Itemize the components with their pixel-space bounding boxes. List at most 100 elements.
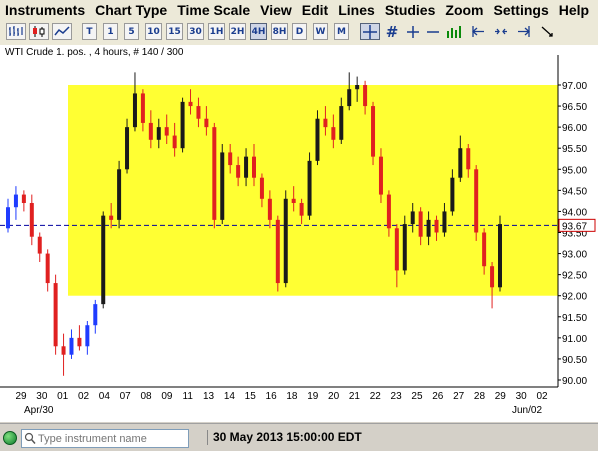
timeframe-month-button[interactable]: M: [334, 23, 349, 40]
price-tick-label: 94.50: [562, 186, 587, 197]
zoom-in-icon[interactable]: [404, 23, 422, 40]
menu-help[interactable]: Help: [554, 2, 594, 18]
date-tick-label: 21: [349, 391, 361, 402]
timeframe-day-button[interactable]: D: [292, 23, 307, 40]
date-tick-label: 08: [140, 391, 152, 402]
price-tick-label: 97.00: [562, 81, 587, 92]
candle: [371, 101, 376, 166]
crosshair-icon[interactable]: [360, 23, 380, 40]
date-tick-label: 02: [536, 391, 548, 402]
toolbar: T 1 5 10 15 30 1H 2H 4H 8H D W M #: [0, 19, 598, 46]
bar-chart-type-icon[interactable]: [6, 23, 26, 40]
price-axis: 97.0096.5096.0095.5095.0094.5094.0093.50…: [558, 81, 587, 387]
date-tick-label: 02: [78, 391, 90, 402]
date-tick-label: 09: [161, 391, 173, 402]
price-tick-label: 90.00: [562, 376, 587, 387]
scroll-left-icon[interactable]: [469, 23, 487, 40]
candle: [101, 211, 106, 309]
candle: [212, 122, 217, 229]
menu-chart-type[interactable]: Chart Type: [90, 2, 172, 18]
status-datetime: 30 May 2013 15:00:00 EDT: [207, 430, 362, 445]
menu-view[interactable]: View: [255, 2, 297, 18]
candle: [53, 274, 58, 355]
date-tick-label: 13: [203, 391, 215, 402]
line-chart-icon[interactable]: [52, 23, 72, 40]
candlestick-chart-icon[interactable]: [29, 23, 49, 40]
menu-studies[interactable]: Studies: [380, 2, 441, 18]
status-bar: 30 May 2013 15:00:00 EDT: [0, 423, 598, 451]
price-tick-label: 96.50: [562, 102, 587, 113]
grid-icon[interactable]: #: [383, 23, 401, 41]
candle: [307, 152, 312, 220]
date-tick-label: 29: [15, 391, 27, 402]
candle: [283, 190, 288, 288]
menu-instruments[interactable]: Instruments: [0, 2, 90, 18]
candle: [275, 215, 280, 292]
timeframe-15m-button[interactable]: 15: [166, 23, 183, 40]
timeframe-1h-button[interactable]: 1H: [208, 23, 225, 40]
candle: [498, 215, 502, 292]
timeframe-tick-button[interactable]: T: [82, 23, 97, 40]
price-tick-label: 94.00: [562, 207, 587, 218]
menu-settings[interactable]: Settings: [489, 2, 554, 18]
date-tick-label: 27: [453, 391, 465, 402]
date-tick-label: 16: [266, 391, 278, 402]
candle: [402, 215, 407, 275]
current-price-label: 93.67: [562, 221, 587, 232]
date-tick-label: 30: [516, 391, 528, 402]
menu-bar: Instruments Chart Type Time Scale View E…: [0, 0, 598, 19]
date-tick-label: 20: [328, 391, 340, 402]
date-tick-label: 23: [391, 391, 403, 402]
date-tick-label: 18: [286, 391, 298, 402]
month-label-end: Jun/02: [512, 405, 542, 416]
month-label-start: Apr/30: [24, 405, 54, 416]
pointer-icon[interactable]: [538, 23, 556, 40]
compress-icon[interactable]: [492, 23, 510, 40]
volume-bars-icon[interactable]: [445, 23, 463, 40]
timeframe-30m-button[interactable]: 30: [187, 23, 204, 40]
connection-globe-icon: [3, 431, 17, 445]
instrument-search-box[interactable]: [21, 429, 189, 448]
date-tick-label: 26: [432, 391, 444, 402]
timeframe-1m-button[interactable]: 1: [103, 23, 118, 40]
price-tick-label: 90.50: [562, 355, 587, 366]
timeframe-8h-button[interactable]: 8H: [271, 23, 288, 40]
chart-area[interactable]: WTI Crude 1. pos. , 4 hours, # 140 / 300…: [0, 45, 598, 422]
price-tick-label: 92.00: [562, 292, 587, 303]
scroll-right-icon[interactable]: [515, 23, 533, 40]
timeframe-2h-button[interactable]: 2H: [229, 23, 246, 40]
timeframe-week-button[interactable]: W: [313, 23, 328, 40]
date-tick-label: 11: [183, 391, 194, 402]
date-tick-label: 29: [495, 391, 507, 402]
candle: [117, 160, 122, 229]
price-chart[interactable]: WTI Crude 1. pos. , 4 hours, # 140 / 300…: [0, 45, 598, 422]
date-tick-label: 30: [36, 391, 48, 402]
timeframe-4h-button[interactable]: 4H: [250, 23, 267, 40]
candle: [180, 97, 185, 153]
date-tick-label: 15: [245, 391, 257, 402]
price-tick-label: 96.00: [562, 123, 587, 134]
date-tick-label: 04: [99, 391, 111, 402]
timeframe-5m-button[interactable]: 5: [124, 23, 139, 40]
instrument-search-input[interactable]: [38, 431, 186, 446]
price-tick-label: 95.00: [562, 165, 587, 176]
candle: [220, 144, 225, 225]
search-icon: [24, 432, 36, 444]
menu-time-scale[interactable]: Time Scale: [172, 2, 255, 18]
candle: [474, 165, 479, 241]
price-tick-label: 91.50: [562, 313, 587, 324]
price-tick-label: 92.50: [562, 271, 587, 282]
menu-zoom[interactable]: Zoom: [440, 2, 488, 18]
price-tick-label: 91.00: [562, 334, 587, 345]
date-tick-label: 01: [57, 391, 69, 402]
date-tick-label: 07: [120, 391, 132, 402]
price-tick-label: 95.50: [562, 144, 587, 155]
menu-edit[interactable]: Edit: [297, 2, 333, 18]
menu-lines[interactable]: Lines: [333, 2, 380, 18]
date-tick-label: 14: [224, 391, 236, 402]
zoom-out-icon[interactable]: [424, 23, 442, 40]
chart-header: WTI Crude 1. pos. , 4 hours, # 140 / 300: [5, 47, 184, 58]
timeframe-10m-button[interactable]: 10: [145, 23, 162, 40]
date-tick-label: 25: [411, 391, 423, 402]
date-tick-label: 22: [370, 391, 382, 402]
